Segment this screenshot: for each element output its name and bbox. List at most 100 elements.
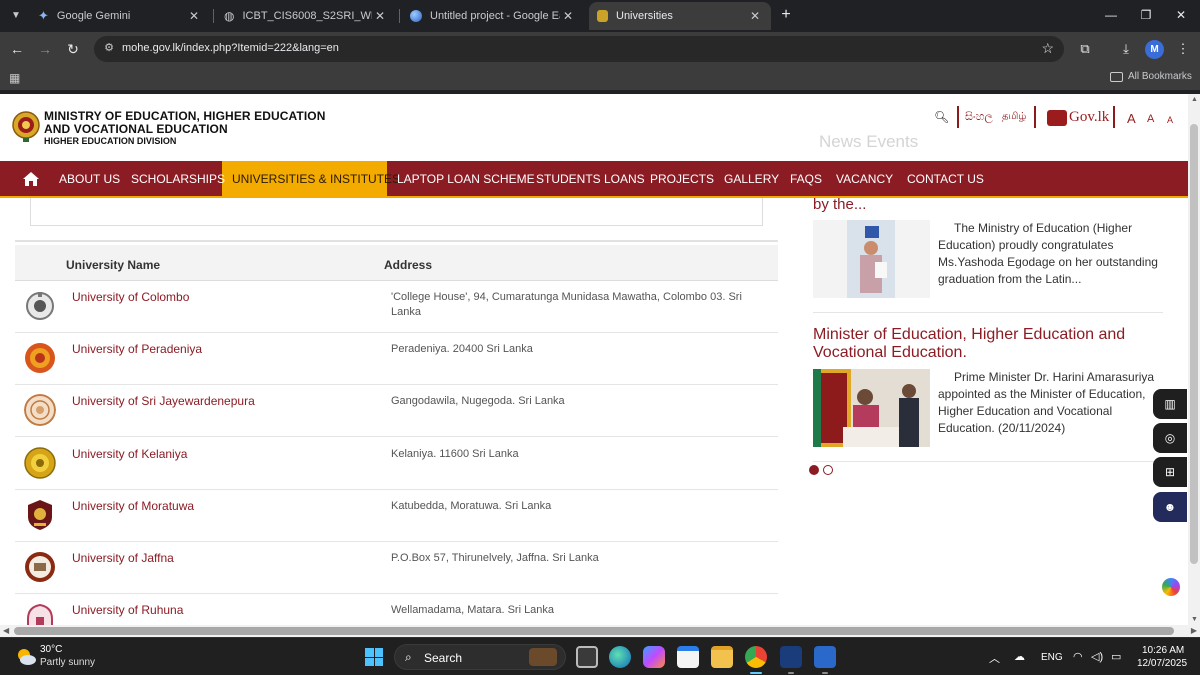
store-icon[interactable] bbox=[677, 646, 699, 668]
home-icon[interactable] bbox=[22, 170, 40, 188]
tab-search-icon[interactable]: ▼ bbox=[6, 6, 26, 26]
bookmark-star-icon[interactable]: ☆ bbox=[1041, 40, 1054, 57]
news-item-title-fragment[interactable]: by the... bbox=[813, 196, 866, 213]
university-of-kelaniya-logo bbox=[24, 447, 56, 479]
news-heading-link[interactable]: Minister of Education, Higher Education … bbox=[813, 326, 1143, 362]
onedrive-cloud-icon[interactable]: ☁ bbox=[1014, 650, 1025, 663]
ministry-title[interactable]: MINISTRY OF EDUCATION, HIGHER EDUCATION … bbox=[44, 110, 325, 136]
ai-assistant-icon[interactable] bbox=[1162, 578, 1180, 596]
back-button[interactable]: ← bbox=[8, 40, 26, 58]
battery-icon[interactable]: ▭ bbox=[1111, 650, 1121, 663]
tab-icbt[interactable]: ◍ ICBT_CIS6008_S2SRI_WRIT1_No ✕ bbox=[216, 2, 396, 30]
book-icon[interactable]: ▥ bbox=[1153, 389, 1187, 419]
windows-start-button[interactable] bbox=[365, 648, 383, 666]
tab-universities[interactable]: Universities ✕ bbox=[589, 2, 771, 30]
site-info-icon[interactable]: ⚙ bbox=[102, 41, 116, 55]
scrollbar-thumb[interactable] bbox=[1190, 124, 1198, 564]
graduate-photo[interactable] bbox=[813, 220, 930, 298]
main-navigation: ABOUT US SCHOLARSHIPS UNIVERSITIES & INS… bbox=[0, 161, 1188, 198]
wifi-icon[interactable]: ◠ bbox=[1073, 650, 1083, 663]
sri-lanka-emblem-logo[interactable] bbox=[12, 108, 40, 142]
chevron-up-icon[interactable]: ︿ bbox=[989, 650, 1000, 666]
close-window-button[interactable]: ✕ bbox=[1171, 6, 1191, 24]
clock-time[interactable]: 10:26 AM bbox=[1142, 645, 1184, 656]
new-tab-button[interactable]: + bbox=[777, 6, 795, 24]
scroll-left-icon[interactable]: ◀ bbox=[3, 626, 9, 635]
tab-google-gemini[interactable]: ✦ Google Gemini ✕ bbox=[30, 2, 210, 30]
close-icon[interactable]: ✕ bbox=[747, 9, 763, 23]
nav-vacancy[interactable]: VACANCY bbox=[836, 172, 893, 186]
taskbar-search[interactable]: ⌕ Search bbox=[394, 644, 566, 670]
notepad-icon[interactable] bbox=[814, 646, 836, 674]
university-name-link[interactable]: University of Peradeniya bbox=[72, 342, 202, 356]
language-sinhala-link[interactable]: සිංහල bbox=[965, 111, 993, 124]
accessibility-icon[interactable]: ◎ bbox=[1153, 423, 1187, 453]
scroll-down-icon[interactable]: ▼ bbox=[1191, 616, 1198, 623]
forward-button[interactable]: → bbox=[36, 40, 54, 58]
university-name-link[interactable]: University of Jaffna bbox=[72, 551, 174, 565]
download-icon[interactable]: ⤓ bbox=[1117, 40, 1135, 58]
windows-taskbar: 30°C Partly sunny ⌕ Search ︿ ☁ ENG ◠ ◁) … bbox=[0, 637, 1200, 675]
partly-sunny-icon[interactable] bbox=[16, 648, 36, 666]
university-name-link[interactable]: University of Moratuwa bbox=[72, 499, 194, 513]
carousel-dot-2[interactable] bbox=[823, 465, 833, 475]
close-icon[interactable]: ✕ bbox=[560, 9, 576, 23]
menu-icon[interactable]: ⋮ bbox=[1174, 40, 1192, 58]
url-text[interactable]: mohe.gov.lk/index.php?Itemid=222&lang=en bbox=[122, 42, 339, 54]
file-explorer-icon[interactable] bbox=[711, 646, 733, 668]
close-icon[interactable]: ✕ bbox=[186, 9, 202, 23]
task-view-icon[interactable] bbox=[576, 646, 598, 668]
close-icon[interactable]: ✕ bbox=[372, 9, 388, 23]
university-of-peradeniya-logo bbox=[25, 343, 55, 373]
carousel-dot-1[interactable] bbox=[809, 465, 819, 475]
nav-students-loans[interactable]: STUDENTS LOANS bbox=[536, 172, 645, 186]
visual-studio-code-icon[interactable] bbox=[780, 646, 802, 674]
university-address: Wellamadama, Matara. Sri Lanka bbox=[391, 604, 555, 616]
weather-description[interactable]: Partly sunny bbox=[40, 657, 95, 668]
university-address: P.O.Box 57, Thirunelvely, Jaffna. Sri La… bbox=[391, 552, 599, 564]
tab-google-earth[interactable]: Untitled project - Google Earth ✕ bbox=[402, 2, 584, 30]
profile-avatar[interactable]: M bbox=[1145, 40, 1164, 59]
scrollbar-thumb[interactable] bbox=[14, 627, 1174, 635]
edge-icon[interactable] bbox=[609, 646, 631, 668]
font-size-small-button[interactable]: A bbox=[1167, 115, 1173, 125]
chatbot-icon[interactable]: ☻ bbox=[1153, 492, 1187, 522]
nav-faqs[interactable]: FAQS bbox=[790, 172, 822, 186]
apps-grid-icon[interactable]: ▦ bbox=[9, 71, 20, 85]
nav-contact-us[interactable]: CONTACT US bbox=[907, 172, 984, 186]
university-name-link[interactable]: University of Colombo bbox=[72, 290, 189, 304]
language-indicator[interactable]: ENG bbox=[1041, 652, 1063, 663]
nav-laptop-loan-scheme[interactable]: LAPTOP LOAN SCHEME bbox=[397, 172, 535, 186]
minister-appointment-photo[interactable] bbox=[813, 369, 930, 447]
grid-tools-icon[interactable]: ⊞ bbox=[1153, 457, 1187, 487]
horizontal-scrollbar[interactable]: ◀ ▶ bbox=[0, 625, 1200, 637]
vertical-scrollbar[interactable]: ▲ ▼ bbox=[1188, 94, 1200, 625]
university-name-link[interactable]: University of Ruhuna bbox=[72, 603, 183, 617]
search-icon[interactable]: 🔍︎ bbox=[934, 110, 949, 124]
university-name-link[interactable]: University of Kelaniya bbox=[72, 447, 187, 461]
language-tamil-link[interactable]: தமிழ் bbox=[1002, 111, 1026, 123]
scroll-up-icon[interactable]: ▲ bbox=[1191, 96, 1198, 103]
chrome-icon[interactable] bbox=[745, 646, 767, 674]
all-bookmarks-button[interactable]: All Bookmarks bbox=[1110, 71, 1192, 82]
font-size-medium-button[interactable]: A bbox=[1147, 113, 1154, 125]
minimize-button[interactable]: — bbox=[1101, 6, 1121, 24]
nav-projects[interactable]: PROJECTS bbox=[650, 172, 714, 186]
scroll-right-icon[interactable]: ▶ bbox=[1191, 626, 1197, 635]
extensions-icon[interactable]: ⧉ bbox=[1076, 40, 1094, 58]
restore-button[interactable]: ❐ bbox=[1136, 6, 1156, 24]
address-bar[interactable]: ⚙ mohe.gov.lk/index.php?Itemid=222&lang=… bbox=[94, 36, 1064, 62]
clock-date[interactable]: 12/07/2025 bbox=[1137, 658, 1187, 669]
volume-icon[interactable]: ◁) bbox=[1091, 650, 1103, 663]
copilot-icon[interactable] bbox=[643, 646, 665, 668]
nav-scholarships[interactable]: SCHOLARSHIPS bbox=[131, 172, 225, 186]
nav-about-us[interactable]: ABOUT US bbox=[59, 172, 120, 186]
nav-gallery[interactable]: GALLERY bbox=[724, 172, 779, 186]
bookmarks-bar: ▦ All Bookmarks bbox=[0, 66, 1200, 90]
university-name-link[interactable]: University of Sri Jayewardenepura bbox=[72, 394, 255, 408]
nav-universities-institutes[interactable]: UNIVERSITIES & INSTITUTES bbox=[232, 172, 400, 186]
font-size-large-button[interactable]: A bbox=[1127, 111, 1136, 126]
weather-temperature[interactable]: 30°C bbox=[40, 644, 62, 655]
reload-button[interactable]: ↻ bbox=[64, 40, 82, 58]
govlk-logo[interactable]: Gov.lk bbox=[1047, 109, 1109, 126]
